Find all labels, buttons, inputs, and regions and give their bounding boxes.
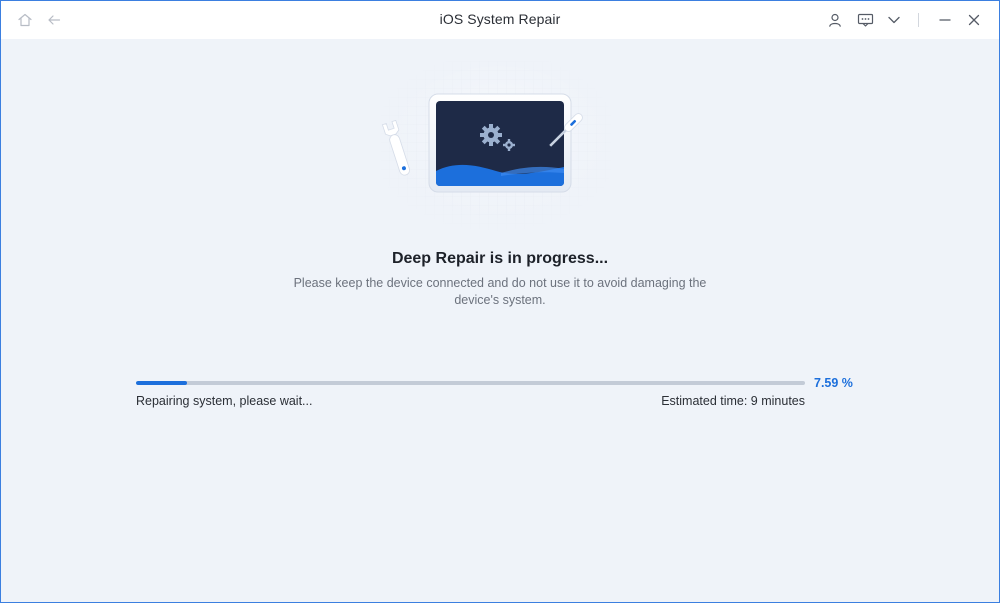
progress-percent: 7.59 % — [814, 376, 853, 390]
toolbar-divider — [918, 13, 919, 27]
estimated-time-text: Estimated time: 9 minutes — [661, 394, 805, 408]
title-bar: iOS System Repair — [1, 1, 999, 39]
progress-heading: Deep Repair is in progress... — [391, 250, 609, 267]
instruction-text: Please keep the device connected and do … — [293, 276, 707, 307]
repair-illustration — [371, 61, 621, 241]
close-icon[interactable] — [964, 10, 984, 30]
progress-bar — [136, 381, 805, 385]
repair-status-text: Repairing system, please wait... — [136, 394, 313, 408]
window-title: iOS System Repair — [439, 11, 561, 27]
feedback-icon[interactable] — [855, 10, 875, 30]
dropdown-chevron-icon[interactable] — [884, 10, 904, 30]
user-icon[interactable] — [825, 10, 845, 30]
main-content: Deep Repair is in progress... Please kee… — [1, 39, 999, 602]
minimize-icon[interactable] — [935, 10, 955, 30]
app-window: iOS System Repair Deep Repair is in prog… — [0, 0, 1000, 603]
progress-bar-fill — [136, 381, 187, 385]
